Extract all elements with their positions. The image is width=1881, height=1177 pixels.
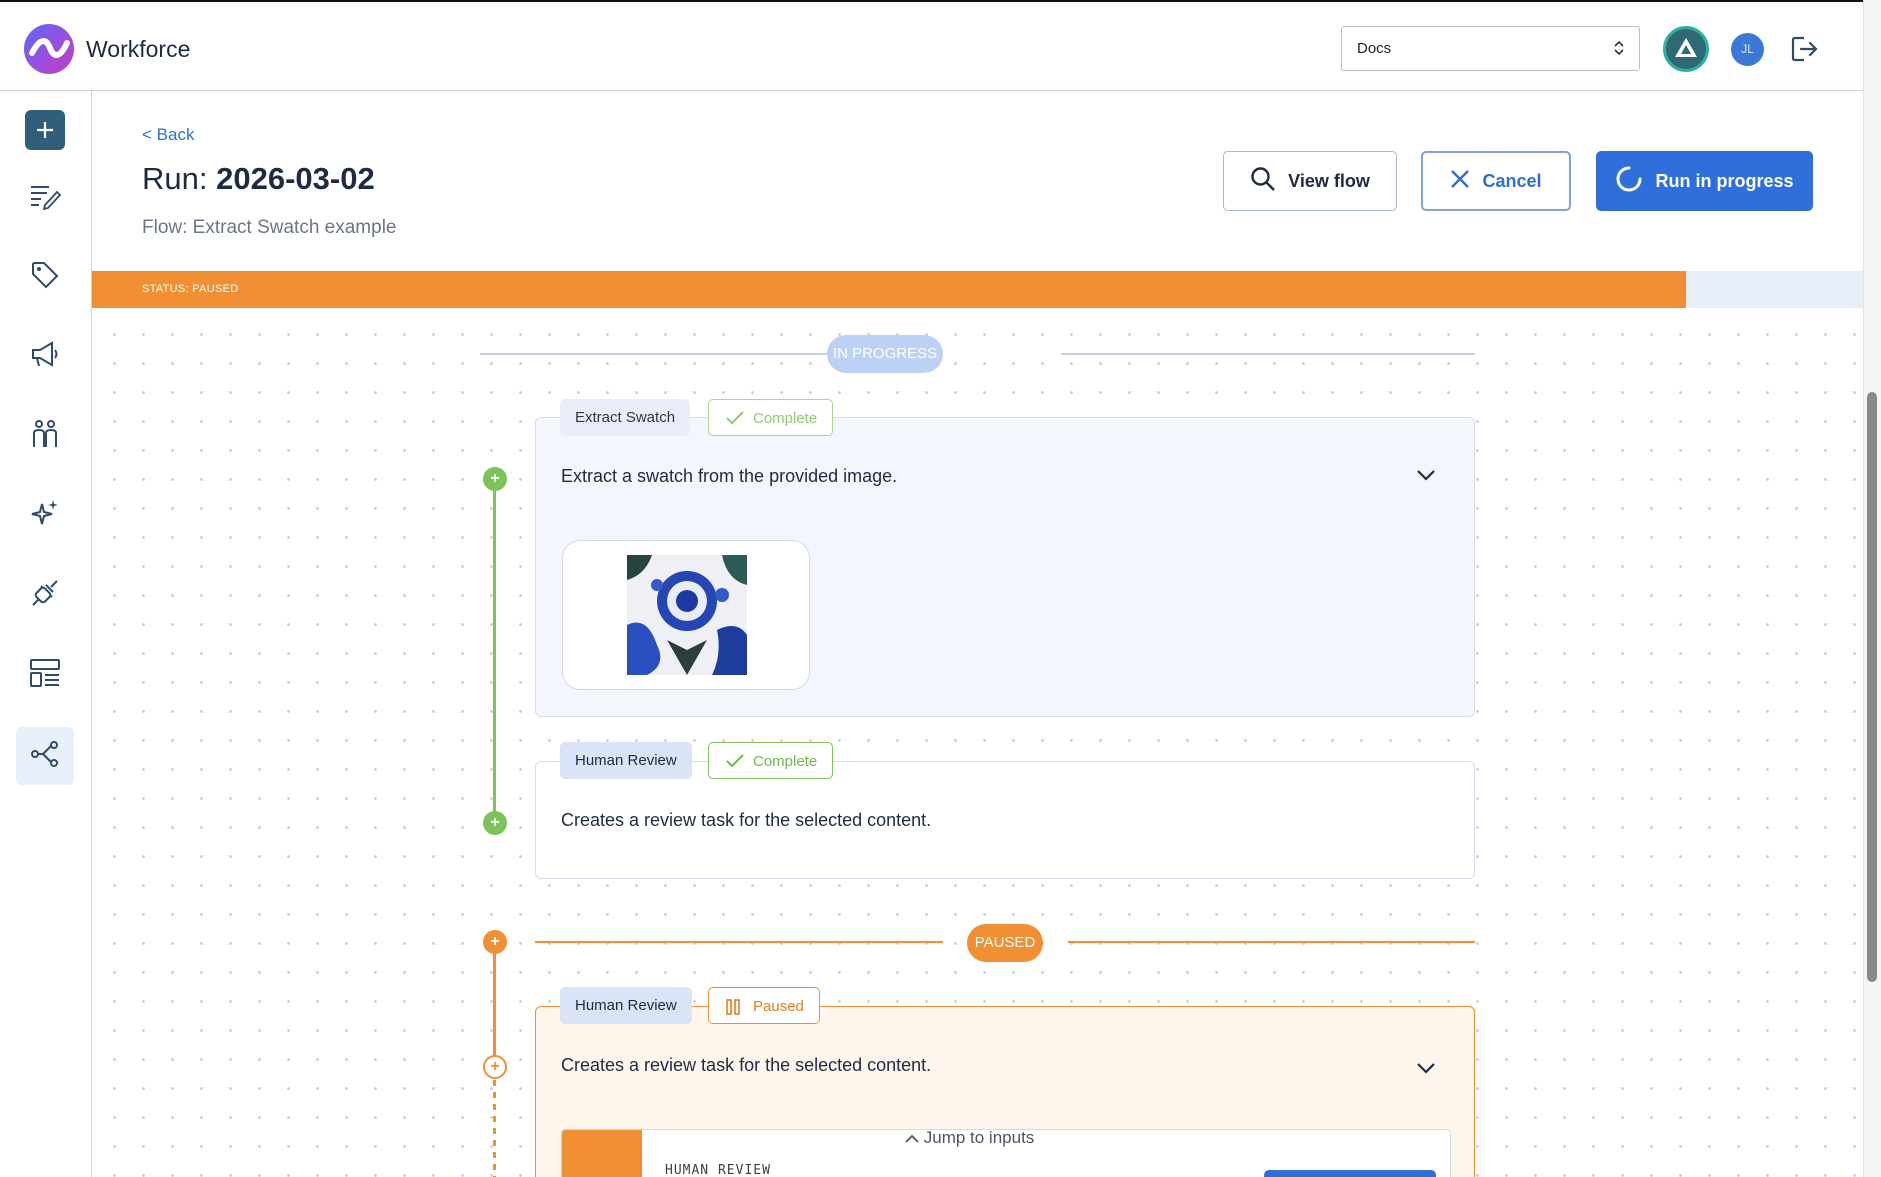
sidebar-item-layouts[interactable] [16,646,74,704]
sidebar-item-ai[interactable] [16,486,74,544]
step-status-label: Complete [753,410,818,427]
step-description: Creates a review task for the selected c… [561,810,932,830]
timeline-rail-complete [493,479,496,823]
sidebar-item-campaigns[interactable] [16,327,74,385]
status-text: STATUS: PAUSED [142,283,239,295]
spinner-icon [1615,165,1643,198]
paused-divider-right [1068,941,1475,943]
timeline-rail-pending [493,1080,496,1177]
paused-pill: PAUSED [967,924,1043,962]
step-status-label: Paused [753,998,804,1015]
search-icon [1250,166,1276,197]
chevron-up-icon [905,1134,919,1143]
close-icon [1450,169,1470,194]
human-review-panel-button[interactable] [1264,1170,1436,1177]
sidebar-item-integrations[interactable] [16,566,74,624]
status-bar: STATUS: PAUSED [92,271,1863,308]
timeline-rail-paused [493,942,496,1068]
step-description: Extract a swatch from the provided image… [561,466,898,486]
logout-icon[interactable] [1790,35,1820,68]
plug-icon [29,577,61,614]
people-icon [30,419,60,454]
timeline-node-complete: + [483,811,507,835]
workforce-logo[interactable] [24,24,74,74]
sidebar-item-editor[interactable] [16,169,74,227]
step-status-tag: Complete [708,742,834,779]
top-bar: Workforce Docs JL [0,0,1863,91]
check-icon [726,411,744,425]
page-title-value: 2026-03-02 [216,161,375,196]
step-name-tag: Human Review [560,987,692,1024]
view-flow-button[interactable]: View flow [1223,151,1397,211]
step-description: Creates a review task for the selected c… [561,1055,932,1075]
view-flow-label: View flow [1288,170,1370,191]
run-status-label: Run in progress [1655,170,1794,191]
step-status-tag: Paused [708,987,820,1024]
step-card-human-review-2[interactable]: Creates a review task for the selected c… [535,1006,1475,1177]
edit-list-icon [29,182,62,215]
page-title: Run: 2026-03-02 [142,161,375,197]
human-review-panel-label: HUMAN REVIEW [665,1163,771,1177]
run-status-button[interactable]: Run in progress [1596,151,1813,211]
swatch-thumbnail[interactable] [562,540,810,690]
human-review-panel-icon [562,1130,642,1177]
step-status-label: Complete [753,753,818,770]
flow-icon [30,740,60,773]
chevron-down-icon[interactable] [1416,1061,1436,1079]
pause-icon [726,999,740,1015]
jump-to-inputs-link[interactable]: Jump to inputs [905,1128,1034,1148]
sidebar [0,91,92,1177]
tag-icon [30,260,60,295]
scrollbar-thumb[interactable] [1867,392,1877,982]
flow-label: Flow: Extract Swatch example [142,217,397,238]
timeline-node-complete: + [483,467,507,491]
cancel-label: Cancel [1482,170,1542,191]
sidebar-new-button[interactable] [25,110,65,150]
org-avatar[interactable] [1663,26,1709,72]
sparkles-icon [30,498,60,533]
app-root: Workforce Docs JL < Back Run: 2026-03-02… [0,0,1881,1177]
chevron-down-icon[interactable] [1416,468,1436,486]
status-progress-fill [92,271,1686,308]
check-icon [726,754,744,768]
user-avatar[interactable]: JL [1731,33,1764,66]
megaphone-icon [30,339,60,374]
in-progress-divider-right [1061,353,1475,355]
back-link[interactable]: < Back [142,125,194,145]
app-name: Workforce [86,36,191,62]
layout-icon [29,658,61,693]
step-status-tag: Complete [708,399,834,436]
page-title-prefix: Run: [142,161,208,196]
step-name-tag: Extract Swatch [560,399,691,436]
swatch-image [627,555,747,675]
jump-to-inputs-label: Jump to inputs [923,1128,1035,1147]
step-name-tag: Human Review [560,742,692,779]
cancel-button[interactable]: Cancel [1421,151,1571,211]
sidebar-item-people[interactable] [16,407,74,465]
sidebar-item-flows[interactable] [16,727,74,785]
step-card-extract-swatch[interactable]: Extract a swatch from the provided image… [535,417,1475,717]
sidebar-item-tags[interactable] [16,248,74,306]
in-progress-pill: IN PROGRESS [827,335,943,373]
workspace-select[interactable]: Docs [1341,26,1640,71]
workspace-select-value: Docs [1357,40,1392,57]
timeline-node-pending: + [483,1055,507,1079]
paused-divider-left [535,941,943,943]
timeline-node-paused: + [483,930,507,954]
chevron-up-down-icon [1613,39,1625,61]
